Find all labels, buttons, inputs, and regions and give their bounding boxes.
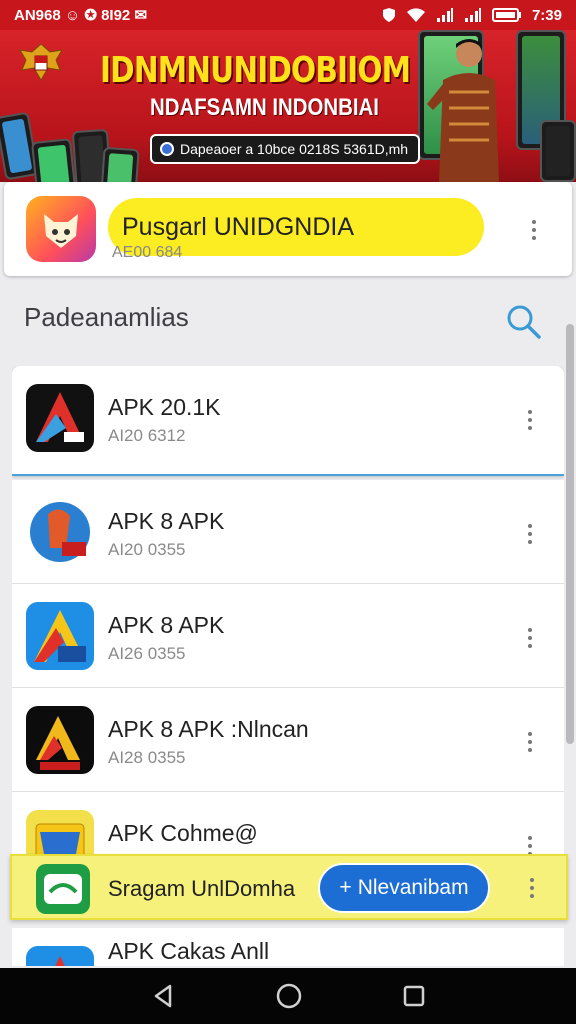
more-vert-icon[interactable]	[520, 732, 540, 752]
banner-info-pill: Dapeaoer a 10bce 0218S 5361D,mh	[150, 134, 420, 164]
home-icon[interactable]	[275, 982, 303, 1010]
install-button-label: Nlevanibam	[357, 876, 469, 899]
app-name: APK Cohme@	[108, 820, 258, 846]
phone-illustration	[100, 146, 140, 182]
list-item[interactable]: APK Cakas Anll	[12, 928, 564, 966]
more-vert-icon[interactable]	[520, 410, 540, 430]
banner-subtitle: NDAFSAMN INDONBIAI	[150, 94, 379, 121]
banner-title: IDNMNUNIDOBIIOM	[100, 50, 411, 91]
section-title: Padeanamlias	[24, 302, 189, 332]
more-vert-icon[interactable]	[522, 878, 542, 898]
app-subtitle: AI20 6312	[108, 426, 186, 445]
app-icon	[26, 602, 94, 670]
app-icon	[26, 384, 94, 452]
app-name: APK 20.1K	[108, 394, 221, 420]
featured-app-subtitle: AE00 684	[112, 244, 183, 261]
install-button[interactable]: + Nlevanibam	[318, 863, 490, 913]
search-icon[interactable]	[504, 302, 542, 340]
more-vert-icon[interactable]	[520, 524, 540, 544]
navigation-bar	[0, 968, 576, 1024]
install-app-icon	[36, 864, 90, 914]
featured-app-icon	[26, 196, 96, 262]
scrollbar[interactable]	[566, 324, 574, 744]
status-left-text: AN968 ☺ ✪ 8I92 ✉	[14, 7, 148, 24]
back-icon[interactable]	[150, 983, 176, 1009]
recents-icon[interactable]	[402, 984, 426, 1008]
list-item[interactable]: APK 8 APK AI26 0355	[12, 584, 564, 688]
app-icon	[26, 706, 94, 774]
featured-app-card[interactable]: Pusgarl UNIDGNDIA AE00 684	[4, 182, 572, 276]
shield-icon	[382, 8, 395, 22]
battery-icon	[491, 8, 521, 22]
person-illustration	[427, 39, 499, 182]
list-item[interactable]: APK 8 APK :Nlncan AI28 0355	[12, 688, 564, 792]
flag-dot-icon	[160, 142, 174, 156]
app-name: APK 8 APK	[108, 508, 225, 534]
fox-icon	[44, 214, 78, 248]
signal-icon	[436, 8, 453, 22]
featured-app-title: Pusgarl UNIDGNDIA	[122, 212, 354, 241]
app-name: APK 8 APK :Nlncan	[108, 716, 309, 742]
more-vert-icon[interactable]	[520, 628, 540, 648]
emblem-icon	[19, 43, 63, 81]
status-left: AN968 ☺ ✪ 8I92 ✉	[14, 6, 147, 24]
more-vert-icon[interactable]	[520, 836, 540, 856]
app-icon	[26, 946, 94, 966]
status-bar: AN968 ☺ ✪ 8I92 ✉ 7:39	[0, 0, 576, 30]
app-subtitle: AI20 0355	[108, 540, 186, 559]
promo-banner[interactable]: IDNMNUNIDOBIIOM NDAFSAMN INDONBIAI Dapea…	[0, 30, 576, 182]
app-subtitle: AI28 0355	[108, 748, 186, 767]
list-item[interactable]: APK 20.1K AI20 6312	[12, 366, 564, 476]
phone-illustration	[540, 120, 576, 182]
phone-illustration	[30, 138, 78, 182]
app-subtitle: AI26 0355	[108, 644, 186, 663]
install-banner-text: Sragam UnlDomha	[108, 876, 296, 901]
wifi-icon	[406, 8, 425, 22]
more-vert-icon[interactable]	[524, 220, 544, 240]
install-banner[interactable]: Sragam UnlDomha + Nlevanibam	[10, 854, 568, 920]
app-icon	[26, 498, 94, 566]
status-time: 7:39	[531, 6, 562, 24]
app-name: APK Cakas Anll	[108, 938, 270, 964]
signal-icon-2	[464, 8, 481, 22]
plus-icon: +	[339, 876, 352, 899]
app-name: APK 8 APK	[108, 612, 225, 638]
list-item[interactable]: APK 8 APK AI20 0355	[12, 480, 564, 584]
status-right: 7:39	[382, 7, 562, 24]
banner-pill-text: Dapeaoer a 10bce 0218S 5361D,mh	[180, 141, 409, 157]
